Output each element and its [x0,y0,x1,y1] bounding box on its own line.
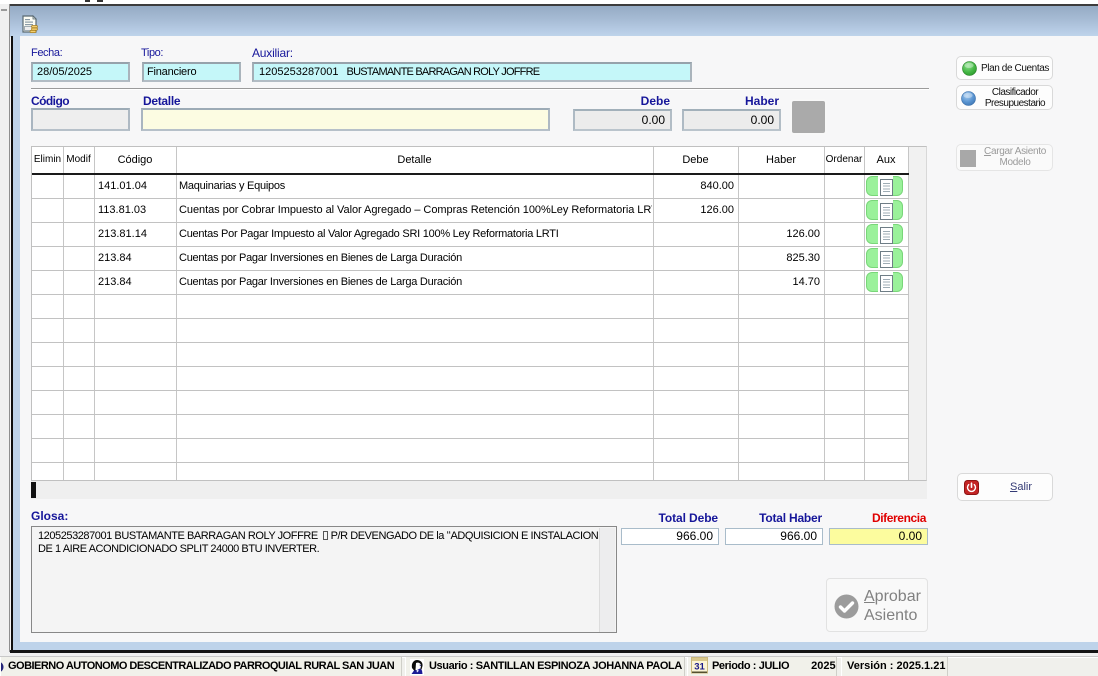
svg-text:31: 31 [694,662,705,673]
